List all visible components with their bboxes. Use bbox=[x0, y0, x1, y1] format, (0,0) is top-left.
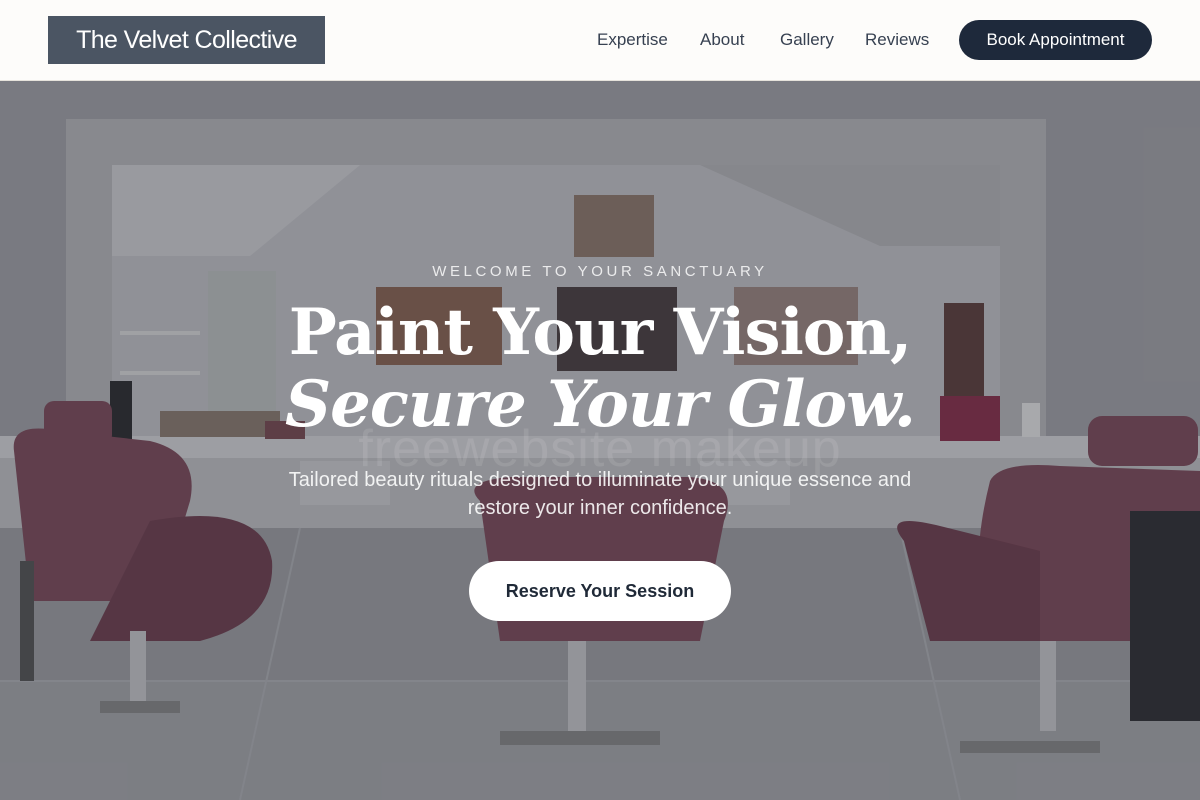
nav-link-about[interactable]: About bbox=[700, 30, 744, 50]
nav-link-gallery[interactable]: Gallery bbox=[780, 30, 834, 50]
hero-eyebrow: WELCOME TO YOUR SANCTUARY bbox=[432, 263, 768, 280]
hero-headline-line1: Paint Your Vision, bbox=[288, 295, 913, 370]
site-header: The Velvet Collective Expertise About Ga… bbox=[0, 0, 1200, 81]
hero-section: freewebsite makeup WELCOME TO YOUR SANCT… bbox=[0, 81, 1200, 800]
reserve-session-button[interactable]: Reserve Your Session bbox=[469, 561, 731, 621]
nav-link-reviews[interactable]: Reviews bbox=[865, 30, 929, 50]
brand-logo[interactable]: The Velvet Collective bbox=[48, 16, 325, 64]
nav-link-expertise[interactable]: Expertise bbox=[597, 30, 668, 50]
hero-headline-line2: Secure Your Glow. bbox=[284, 367, 916, 442]
book-appointment-button[interactable]: Book Appointment bbox=[959, 20, 1152, 60]
hero-headline: Paint Your Vision, Secure Your Glow. bbox=[0, 297, 1200, 441]
hero-subtitle: Tailored beauty rituals designed to illu… bbox=[288, 469, 912, 519]
